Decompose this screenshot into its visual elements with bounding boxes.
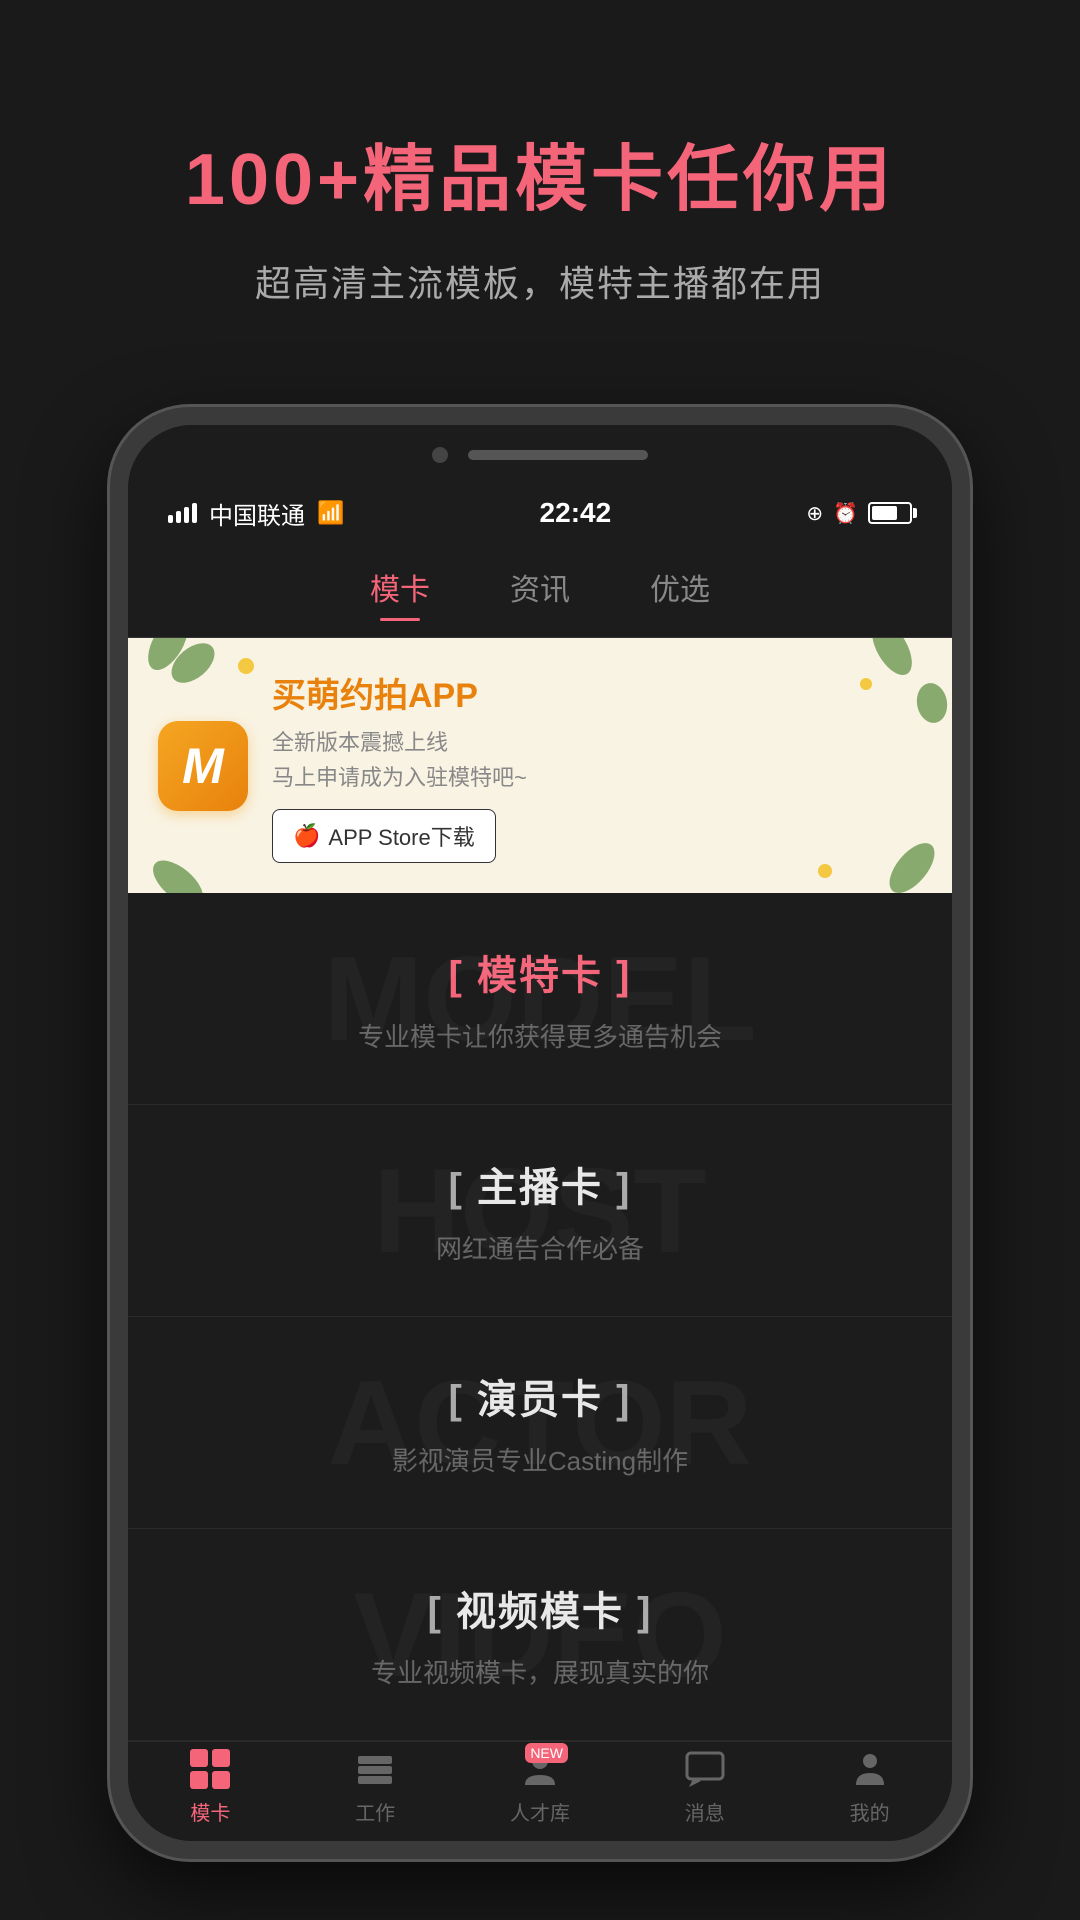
tab-premium[interactable]: 优选 — [650, 565, 710, 621]
status-left: 中国联通 📶 — [168, 496, 344, 531]
banner-text: 买萌约拍APP 全新版本震撼上线 马上申请成为入驻模特吧~ 🍎 APP Stor… — [272, 668, 922, 863]
top-section: 100+精品模卡任你用 超高清主流模板，模特主播都在用 — [0, 0, 1080, 367]
clock: 22:42 — [540, 497, 612, 529]
tab-news[interactable]: 资讯 — [510, 565, 570, 621]
page-title: 100+精品模卡任你用 — [60, 120, 1020, 225]
moka-label: 模卡 — [190, 1797, 230, 1826]
status-bar: 中国联通 📶 22:42 ⊕ ⏰ — [128, 485, 952, 541]
phone-outer-shell: 中国联通 📶 22:42 ⊕ ⏰ 模卡 资讯 — [110, 407, 970, 1859]
bracket-left: [ — [449, 954, 464, 998]
video-card-title: [ 视频模卡 ] — [168, 1579, 912, 1637]
banner-content: M 买萌约拍APP 全新版本震撼上线 马上申请成为入驻模特吧~ 🍎 APP St… — [158, 668, 922, 863]
mine-label: 我的 — [850, 1797, 890, 1826]
status-right: ⊕ ⏰ — [806, 501, 912, 526]
wifi-icon: 📶 — [317, 500, 344, 526]
yanyuan-card-desc: 影视演员专业Casting制作 — [168, 1441, 912, 1478]
bottom-nav: 模卡 工作 — [128, 1741, 952, 1841]
bottom-nav-moka[interactable]: 模卡 — [128, 1747, 293, 1826]
promo-banner: M 买萌约拍APP 全新版本震撼上线 马上申请成为入驻模特吧~ 🍎 APP St… — [128, 638, 952, 893]
work-icon — [353, 1747, 397, 1791]
alarm-icon: ⏰ — [833, 501, 858, 526]
phone-mockup: 中国联通 📶 22:42 ⊕ ⏰ 模卡 资讯 — [110, 407, 970, 1859]
message-label: 消息 — [685, 1797, 725, 1826]
zhubo-card-section[interactable]: HOST [ 主播卡 ] 网红通告合作必备 — [128, 1105, 952, 1317]
carrier-label: 中国联通 — [209, 496, 305, 531]
new-badge: NEW — [525, 1743, 568, 1763]
bottom-nav-message[interactable]: 消息 — [622, 1747, 787, 1826]
mote-card-section[interactable]: MODEL [ 模特卡 ] 专业模卡让你获得更多通告机会 — [128, 893, 952, 1105]
banner-sub1: 全新版本震撼上线 — [272, 725, 922, 760]
banner-title: 买萌约拍APP — [272, 668, 922, 717]
download-button[interactable]: 🍎 APP Store下载 — [272, 809, 496, 863]
bracket-right: ] — [616, 954, 631, 998]
mote-card-desc: 专业模卡让你获得更多通告机会 — [168, 1017, 912, 1054]
app-logo: M — [158, 721, 248, 811]
person-icon — [850, 1749, 890, 1789]
work-label: 工作 — [355, 1797, 395, 1826]
mine-icon — [848, 1747, 892, 1791]
talent-icon: NEW — [518, 1747, 562, 1791]
moka-icon — [188, 1747, 232, 1791]
page-subtitle: 超高清主流模板，模特主播都在用 — [60, 255, 1020, 307]
grid-icon — [190, 1749, 230, 1789]
bottom-nav-work[interactable]: 工作 — [293, 1747, 458, 1826]
nav-tabs: 模卡 资讯 优选 — [128, 541, 952, 638]
zhubo-card-title: [ 主播卡 ] — [168, 1155, 912, 1213]
mote-card-title: [ 模特卡 ] — [168, 943, 912, 1001]
signal-icon — [168, 503, 197, 523]
battery-icon — [868, 502, 912, 524]
yanyuan-card-title: [ 演员卡 ] — [168, 1367, 912, 1425]
video-card-desc: 专业视频模卡，展现真实的你 — [168, 1653, 912, 1690]
tab-moka[interactable]: 模卡 — [370, 565, 430, 621]
notch-speaker — [468, 450, 648, 460]
yanyuan-card-section[interactable]: ACTOR [ 演员卡 ] 影视演员专业Casting制作 — [128, 1317, 952, 1529]
layers-icon — [356, 1752, 394, 1786]
apple-icon: 🍎 — [293, 823, 320, 849]
chat-icon — [685, 1751, 725, 1787]
bottom-nav-talent[interactable]: NEW 人才库 — [458, 1747, 623, 1826]
content-area: MODEL [ 模特卡 ] 专业模卡让你获得更多通告机会 HOST [ 主播卡 … — [128, 893, 952, 1741]
at-icon: ⊕ — [806, 501, 823, 526]
message-icon — [683, 1747, 727, 1791]
talent-label: 人才库 — [510, 1797, 570, 1826]
video-card-section[interactable]: VIDEO [ 视频模卡 ] 专业视频模卡，展现真实的你 — [128, 1529, 952, 1741]
phone-notch — [128, 425, 952, 485]
banner-sub2: 马上申请成为入驻模特吧~ — [272, 760, 922, 795]
bottom-nav-mine[interactable]: 我的 — [787, 1747, 952, 1826]
phone-screen: 中国联通 📶 22:42 ⊕ ⏰ 模卡 资讯 — [128, 425, 952, 1841]
zhubo-card-desc: 网红通告合作必备 — [168, 1229, 912, 1266]
front-camera — [432, 447, 448, 463]
